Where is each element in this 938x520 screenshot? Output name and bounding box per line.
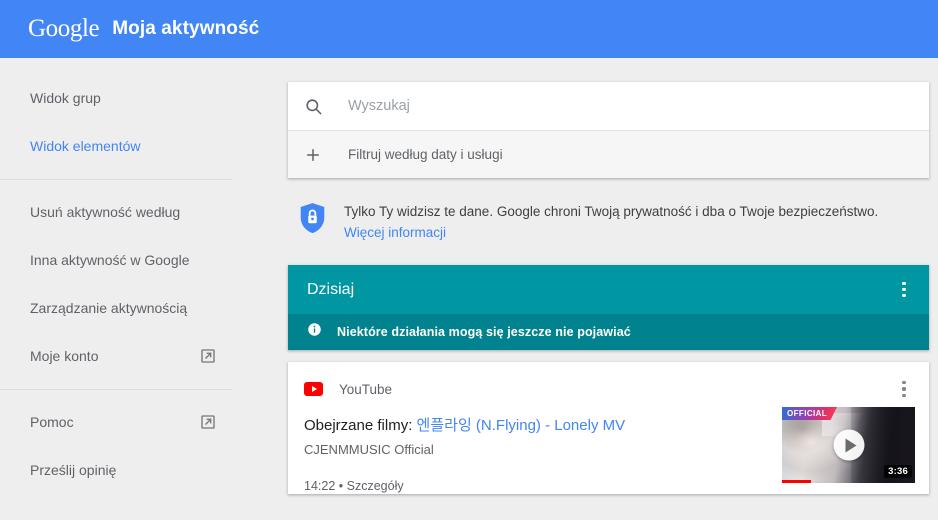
activity-channel: CJENMMUSIC Official (304, 442, 434, 457)
sidebar-item-zarzadzanie-aktywnoscia[interactable]: Zarządzanie aktywnością (0, 284, 240, 332)
youtube-icon (304, 382, 323, 396)
sidebar-item-label: Inna aktywność w Google (30, 251, 190, 268)
sidebar-item-label: Zarządzanie aktywnością (30, 299, 188, 316)
sidebar-item-label: Prześlij opinię (30, 461, 117, 478)
filter-row[interactable]: Filtruj według daty i usługi (288, 130, 929, 178)
activity-title-link[interactable]: 엔플라잉 (N.Flying) - Lonely MV (417, 417, 626, 434)
dot (902, 393, 906, 397)
activity-time: 14:22 (304, 479, 336, 493)
watch-progress-bar (782, 480, 812, 483)
sidebar-item-inna-aktywnosc[interactable]: Inna aktywność w Google (0, 236, 240, 284)
info-icon (307, 322, 322, 342)
sidebar-divider-2 (0, 389, 232, 390)
dot (902, 294, 906, 298)
sidebar-item-label: Widok elementów (30, 137, 141, 154)
activity-details-link[interactable]: Szczegóły (347, 479, 404, 493)
meta-separator: • (338, 479, 344, 493)
sidebar-item-label: Pomoc (30, 413, 74, 430)
sidebar-item-usun-aktywnosc[interactable]: Usuń aktywność według (0, 188, 240, 236)
google-logo[interactable]: Google (28, 15, 100, 43)
activity-item-header: YouTube (304, 376, 915, 402)
play-triangle (311, 386, 317, 392)
privacy-text: Tylko Ty widzisz te dane. Google chroni … (336, 200, 878, 243)
external-link-icon (200, 348, 216, 364)
search-input[interactable]: Wyszukaj (338, 98, 410, 114)
sidebar-item-widok-grup[interactable]: Widok grup (0, 74, 240, 122)
play-circle-icon[interactable] (833, 429, 864, 461)
search-row[interactable]: Wyszukaj (288, 82, 929, 130)
sidebar-item-widok-elementow[interactable]: Widok elementów (0, 122, 240, 170)
sidebar-item-przeslij-opinie[interactable]: Prześlij opinię (0, 446, 240, 494)
privacy-learn-more-link[interactable]: Więcej informacji (344, 222, 878, 243)
search-icon (304, 97, 338, 116)
sidebar-group-support: Pomoc Prześlij opinię (0, 398, 240, 494)
day-header: Dzisiaj (288, 265, 929, 314)
activity-source-name: YouTube (339, 381, 393, 397)
sidebar-item-moje-konto[interactable]: Moje konto (0, 332, 240, 380)
dot (902, 381, 906, 385)
sidebar-group-activity: Usuń aktywność według Inna aktywność w G… (0, 188, 240, 380)
sidebar-item-label: Widok grup (30, 89, 101, 106)
page-title: Moja aktywność (112, 18, 260, 39)
shield-lock-icon (298, 200, 336, 240)
external-link-icon (200, 414, 216, 430)
filter-label: Filtruj według daty i usługi (348, 147, 503, 162)
main-content: Wyszukaj Filtruj według daty i usługi Ty… (240, 58, 938, 520)
search-card: Wyszukaj Filtruj według daty i usługi (288, 82, 929, 178)
day-section: Dzisiaj Niektóre działania mogą się jesz… (288, 265, 929, 350)
day-note: Niektóre działania mogą się jeszcze nie … (288, 314, 929, 350)
more-vert-icon[interactable] (893, 277, 915, 303)
sidebar: Widok grup Widok elementów Usuń aktywnoś… (0, 58, 240, 520)
official-badge: OFFICIAL (782, 407, 838, 420)
sidebar-item-pomoc[interactable]: Pomoc (0, 398, 240, 446)
video-thumbnail[interactable]: OFFICIAL 3:36 (782, 407, 915, 483)
app-header: Google Moja aktywność (0, 0, 938, 58)
more-vert-icon[interactable] (893, 376, 915, 402)
activity-title-prefix: Obejrzane filmy: (304, 417, 417, 434)
activity-meta: 14:22 • Szczegóły (304, 479, 755, 493)
privacy-message: Tylko Ty widzisz te dane. Google chroni … (344, 204, 879, 219)
plus-icon (304, 146, 338, 164)
sidebar-item-label: Usuń aktywność według (30, 203, 181, 220)
dot (902, 387, 906, 391)
day-title: Dzisiaj (307, 280, 355, 298)
video-duration: 3:36 (884, 465, 912, 478)
sidebar-divider-1 (0, 179, 232, 180)
sidebar-group-views: Widok grup Widok elementów (0, 74, 240, 170)
sidebar-item-label: Moje konto (30, 347, 99, 364)
activity-item: YouTube Obejrzane filmy: 엔플라잉 (N.Flying)… (288, 362, 929, 494)
dot (902, 287, 906, 292)
play-triangle (845, 438, 856, 452)
dot (902, 281, 906, 285)
day-note-text: Niektóre działania mogą się jeszcze nie … (337, 325, 631, 339)
activity-source: YouTube (304, 382, 392, 397)
privacy-notice: Tylko Ty widzisz te dane. Google chroni … (288, 200, 929, 243)
activity-title: Obejrzane filmy: 엔플라잉 (N.Flying) - Lonel… (304, 416, 755, 436)
